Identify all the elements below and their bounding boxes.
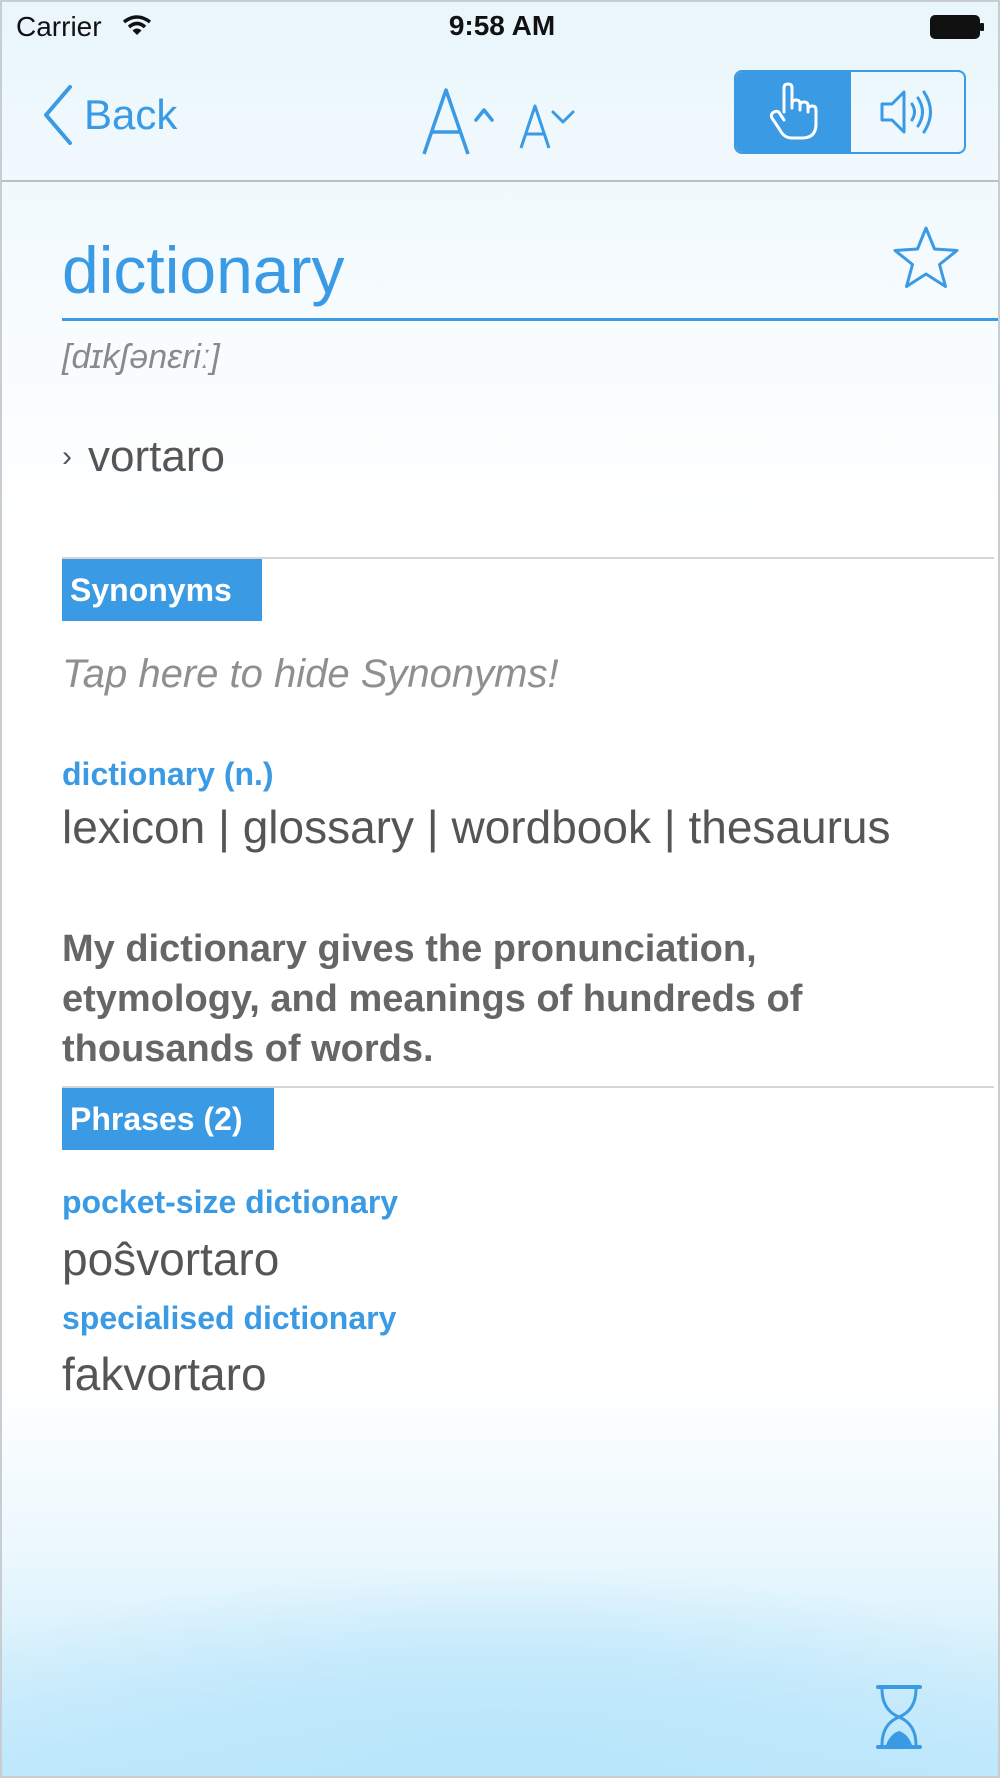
- hand-pointer-icon: [769, 82, 817, 140]
- speaker-icon: [880, 90, 932, 134]
- back-label: Back: [84, 91, 178, 138]
- clock: 9:58 AM: [448, 10, 556, 41]
- back-button[interactable]: Back: [40, 80, 177, 150]
- synonyms-tab-label: Synonyms: [70, 571, 232, 608]
- mode-segmented-control: [734, 70, 966, 154]
- example-sentence: My dictionary gives the pronunciation, e…: [62, 928, 803, 1070]
- hide-synonyms-hint[interactable]: Tap here to hide Synonyms!: [62, 652, 559, 697]
- headword: dictionary: [62, 233, 345, 307]
- translation-row[interactable]: › vortaro: [62, 432, 225, 482]
- font-size-decrease-icon[interactable]: [517, 92, 587, 152]
- synonyms-list: lexicon | glossary | wordbook | thesauru…: [62, 801, 891, 853]
- phrase-item[interactable]: specialised dictionary: [62, 1300, 396, 1337]
- title-underline: [62, 318, 998, 321]
- font-size-increase-icon[interactable]: [420, 80, 500, 160]
- phrase-translation: poŝvortaro: [62, 1233, 280, 1285]
- touch-mode-button[interactable]: [736, 72, 849, 152]
- phrases-tab-label: Phrases (2): [70, 1100, 243, 1137]
- translation-text: vortaro: [88, 432, 225, 481]
- chevron-left-icon: [44, 85, 72, 145]
- battery-icon: [930, 15, 984, 39]
- phrase-item[interactable]: pocket-size dictionary: [62, 1184, 398, 1221]
- phrases-tab[interactable]: Phrases (2): [62, 1088, 274, 1150]
- star-icon[interactable]: [890, 222, 962, 294]
- hourglass-icon[interactable]: [874, 1684, 924, 1750]
- navigation-bar: Back: [2, 52, 998, 182]
- synonym-heading: dictionary (n.): [62, 756, 274, 792]
- phrase-translation: fakvortaro: [62, 1348, 267, 1400]
- synonyms-tab[interactable]: Synonyms: [62, 559, 262, 621]
- phonetic-transcription: [dɪkʃənɛriː]: [62, 338, 220, 376]
- status-bar: Carrier 9:58 AM: [2, 2, 998, 52]
- dictionary-screen: Carrier 9:58 AM Back dictionary [dɪkʃənɛ…: [0, 0, 1000, 1778]
- chevron-right-icon: ›: [62, 440, 72, 473]
- audio-mode-button[interactable]: [851, 72, 964, 152]
